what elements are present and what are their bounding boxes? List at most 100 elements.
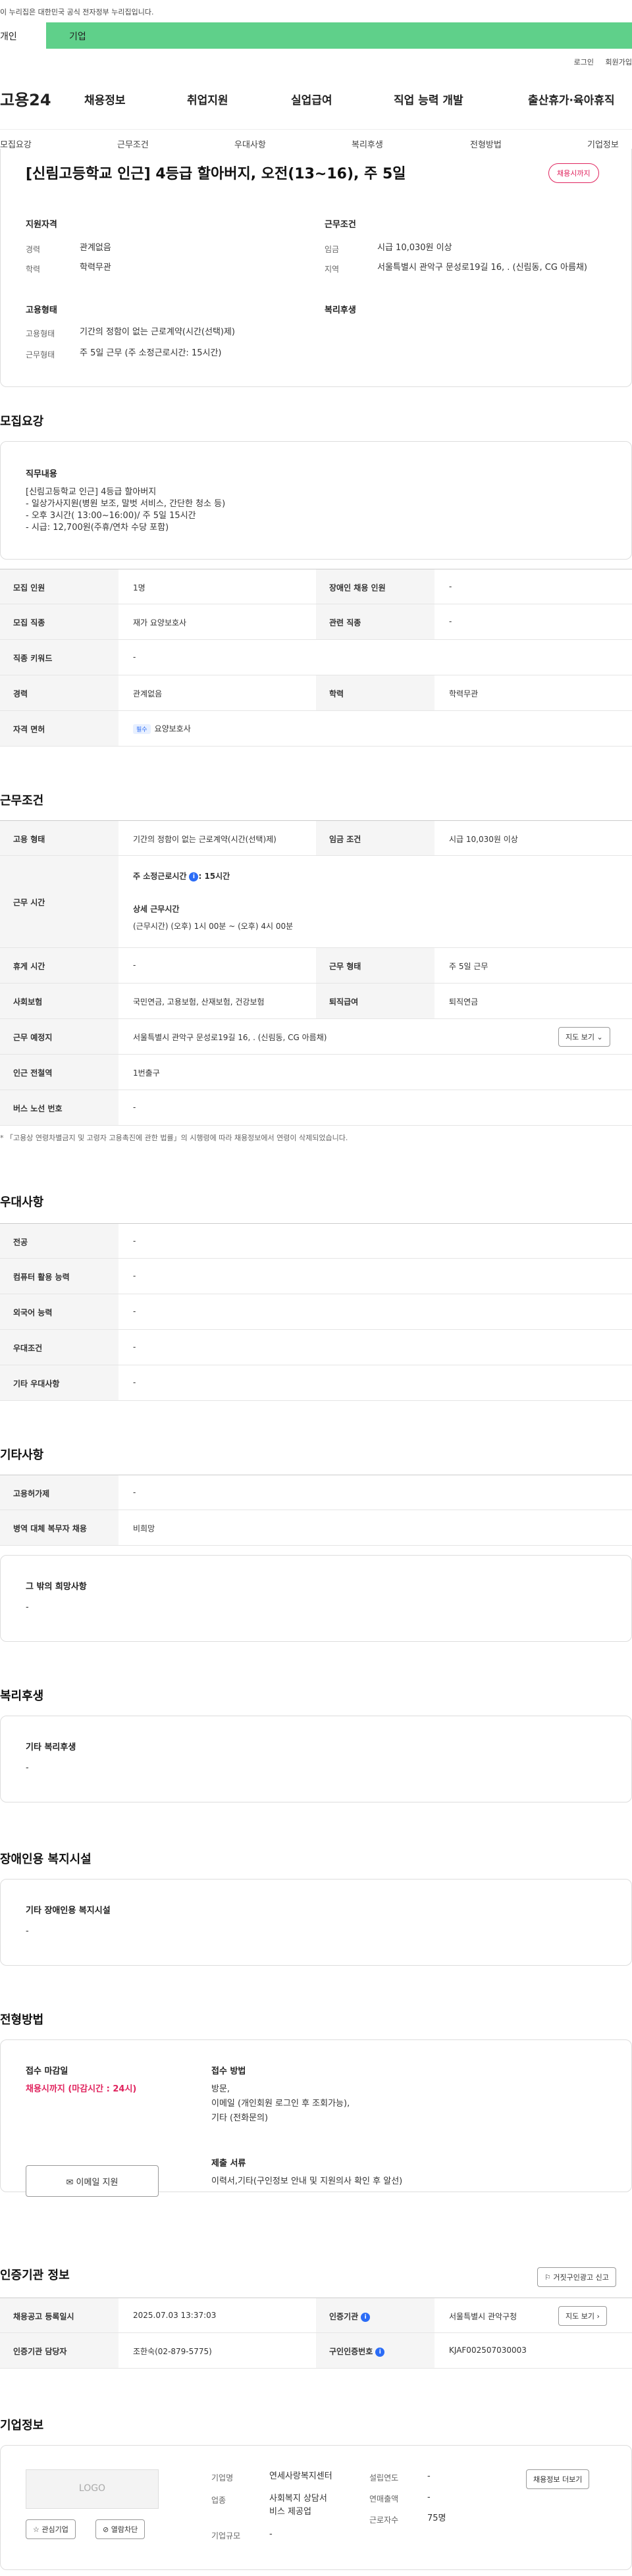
info-icon[interactable]: i (375, 2347, 385, 2357)
favorite-company-button[interactable]: ☆ 관심기업 (26, 2519, 76, 2539)
report-ad-button[interactable]: ⚐ 거짓구인광고 신고 (537, 2267, 616, 2287)
gnb-item-jobs[interactable]: 채용정보 (84, 91, 126, 107)
weekly-hours-label: 주 소정근로시간 (133, 872, 187, 881)
more-jobs-button[interactable]: 채용정보 더보기 (526, 2469, 590, 2489)
status-badge: 채용시까지 (548, 163, 599, 183)
deadline-value: 채용시까지 (마감시간 : 24시) (26, 2084, 137, 2094)
table-row: 인근 전철역 1번출구 (0, 1055, 632, 1090)
table-row: 근무 시간 주 소정근로시간 i: 15시간 상세 근무시간 (근무시간) (오후… (0, 856, 632, 948)
info-icon[interactable]: i (361, 2312, 371, 2322)
wish-heading: 그 밖의 희망사항 (26, 1582, 87, 1592)
section-title-conditions: 근무조건 (0, 794, 44, 808)
table-row: 고용허가제 - (0, 1475, 632, 1510)
duty-heading: 직무내용 (26, 469, 57, 479)
disabled-card: 기타 장애인용 복지시설 - (0, 1879, 632, 1966)
chevron-down-icon: ⌄ (596, 1033, 603, 1041)
table-row: 사회보험 국민연금, 고용보험, 산재보험, 건강보험 퇴직급여 퇴직연금 (0, 984, 632, 1019)
company-name: 연세사랑복지센터 (269, 2471, 332, 2481)
row-label: 병역 대체 복무자 채용 (13, 1524, 87, 1533)
row-label: 우대조건 (13, 1344, 43, 1353)
license-value: 요양보호사 (154, 724, 191, 733)
section-title-preference: 우대사항 (0, 1196, 44, 1209)
map-button[interactable]: 지도 보기 ⌄ (558, 1027, 610, 1047)
table-row: 버스 노선 번호 - (0, 1090, 632, 1126)
gnb-item-support[interactable]: 취업지원 (187, 91, 228, 107)
row-label: 인증기관 담당자 (13, 2347, 67, 2356)
duty-card: 직무내용 [신림고등학교 인근] 4등급 할아버지 - 일상가사지원(병원 보조… (0, 441, 632, 560)
wish-value: - (26, 1602, 29, 1612)
table-row: 경력 관계없음 학력 학력무관 (0, 675, 632, 711)
duty-line: - 일상가사지원(병원 보조, 말벗 서비스, 간단한 청소 등) (26, 499, 226, 509)
row-label: 학력 (329, 689, 344, 698)
table-row: 전공 - (0, 1223, 632, 1259)
row-value: 재가 요양보호사 (133, 618, 187, 627)
size-label: 기업규모 (211, 2531, 241, 2540)
row-value: 1명 (133, 583, 145, 592)
gnb-item-leave[interactable]: 출산휴가·육아휴직 (528, 91, 615, 107)
size-value: - (269, 2529, 273, 2539)
row-value: 퇴직연금 (449, 997, 479, 1007)
join-link[interactable]: 회원가입 (606, 58, 632, 66)
table-row: 컴퓨터 활용 능력 - (0, 1259, 632, 1294)
info-icon[interactable]: i (189, 872, 199, 881)
required-tag: 필수 (133, 724, 151, 734)
wage-label: 임금 (325, 245, 340, 254)
section-title-agency: 인증기관 정보 (0, 2269, 70, 2282)
wage-value: 시급 10,030원 이상 (377, 243, 452, 253)
region-value: 서울특별시 관악구 문성로19길 16, . (신림동, CG 아름채) (377, 263, 587, 273)
company-name-label: 기업명 (211, 2473, 234, 2483)
cond-heading: 근무조건 (325, 220, 356, 230)
row-value: 주 5일 근무 (449, 962, 488, 971)
row-value: 시급 10,030원 이상 (449, 835, 518, 844)
career-value: 관계없음 (80, 243, 111, 253)
section-title-welfare: 복리후생 (0, 1689, 44, 1703)
disabled-value: - (26, 1926, 29, 1936)
section-title-etc: 기타사항 (0, 1448, 44, 1462)
row-value: - (133, 1342, 136, 1352)
duty-line: - 시급: 12,700원(주휴/연차 수당 포함) (26, 523, 169, 533)
edu-label: 학력 (26, 265, 41, 274)
gnb-item-training[interactable]: 직업 능력 개발 (394, 91, 463, 107)
tab-company[interactable]: 기업 (46, 22, 632, 49)
email-apply-label: 이메일 지원 (76, 2178, 118, 2188)
row-label: 고용 형태 (13, 835, 45, 844)
row-value: 학력무관 (449, 689, 479, 698)
chevron-right-icon: › (596, 2312, 600, 2321)
revenue-label: 연매출액 (369, 2494, 399, 2504)
login-link[interactable]: 로그인 (574, 58, 594, 66)
agency-map-button[interactable]: 지도 보기 › (558, 2306, 607, 2326)
table-row: 모집 인원 1명 장애인 채용 인원 - (0, 569, 632, 604)
revenue-value: - (427, 2492, 431, 2502)
site-logo[interactable]: 고용24 (0, 87, 51, 110)
duty-line: [신림고등학교 인근] 4등급 할아버지 (26, 487, 157, 497)
row-label: 사회보험 (13, 997, 43, 1007)
row-label: 전공 (13, 1238, 28, 1247)
table-row: 자격 면허 필수 요양보호사 (0, 711, 632, 747)
gnb-item-benefit[interactable]: 실업급여 (291, 91, 332, 107)
table-row: 외국어 능력 - (0, 1294, 632, 1330)
mail-icon: ✉ (66, 2178, 74, 2188)
table-row: 채용공고 등록일시 2025.07.03 13:37:03 인증기관 i 서울특별… (0, 2298, 632, 2333)
docs-value: 이력서,기타(구인정보 안내 및 지원의사 확인 후 알선) (211, 2176, 403, 2186)
tab-personal[interactable]: 개인 (0, 22, 46, 49)
email-apply-button[interactable]: ✉ 이메일 지원 (26, 2165, 159, 2197)
row-label: 기타 우대사항 (13, 1379, 60, 1388)
row-value: - (133, 1236, 136, 1246)
table-row: 휴게 시간 - 근무 형태 주 5일 근무 (0, 948, 632, 984)
table-row: 근무 예정지 서울특별시 관악구 문성로19길 16, . (신림동, CG 아… (0, 1019, 632, 1055)
row-value: 국민연금, 고용보험, 산재보험, 건강보험 (133, 997, 265, 1007)
row-value: 비희망 (133, 1524, 155, 1533)
row-value: 서울특별시 관악구청 (449, 2312, 517, 2321)
row-label: 임금 조건 (329, 835, 361, 844)
block-view-button[interactable]: ⊘ 열람차단 (95, 2519, 145, 2539)
report-ad-label: 거짓구인광고 신고 (553, 2273, 609, 2282)
row-value: 2025.07.03 13:37:03 (133, 2311, 217, 2320)
row-value: KJAF002507030003 (449, 2346, 527, 2355)
row-value: - (449, 582, 452, 591)
row-label: 휴게 시간 (13, 962, 45, 971)
employee-value: 75명 (427, 2513, 446, 2523)
agency-org-label: 인증기관 (329, 2312, 359, 2321)
row-value: - (133, 1103, 136, 1112)
row-value: 서울특별시 관악구 문성로19길 16, . (신림동, CG 아름채) (133, 1033, 327, 1042)
favorite-company-label: 관심기업 (41, 2525, 68, 2534)
